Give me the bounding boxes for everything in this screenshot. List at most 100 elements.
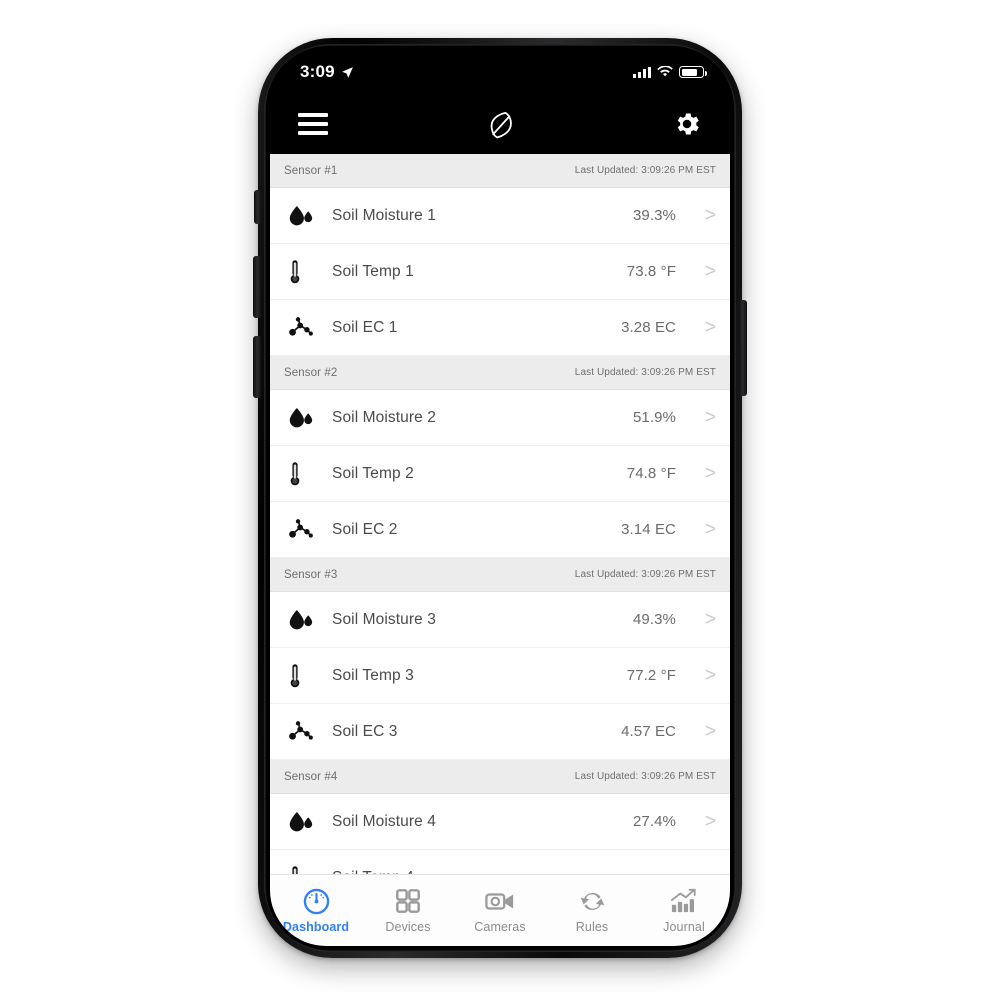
sensor-row-label: Soil Moisture 4 xyxy=(332,812,437,830)
volume-up-button[interactable] xyxy=(253,256,261,318)
sensor-last-updated: Last Updated: 3:09:26 PM EST xyxy=(574,165,716,176)
sensor-last-updated: Last Updated: 3:09:26 PM EST xyxy=(574,569,716,580)
sensor-row-icon xyxy=(288,608,322,632)
tab-label: Devices xyxy=(385,920,431,934)
sensor-section-header: Sensor #1 Last Updated: 3:09:26 PM EST xyxy=(270,154,730,188)
thermometer-icon xyxy=(290,461,300,485)
camera-icon xyxy=(485,892,514,910)
tab-devices[interactable]: Devices xyxy=(362,887,454,934)
sensor-row-label: Soil Moisture 1 xyxy=(332,206,437,224)
sensor-row-value: 73.8 °F xyxy=(626,263,676,280)
grid-icon xyxy=(396,889,420,913)
sensor-row[interactable]: Soil Temp 3 77.2 °F > xyxy=(270,648,730,704)
cellular-signal-icon xyxy=(633,66,651,78)
sensor-last-updated: Last Updated: 3:09:26 PM EST xyxy=(574,367,716,378)
sensor-row-value: 4.57 EC xyxy=(621,723,676,740)
tab-cameras[interactable]: Cameras xyxy=(454,887,546,934)
leaf-logo-icon xyxy=(490,111,512,139)
sensor-row-icon xyxy=(288,316,322,339)
thermometer-icon xyxy=(292,865,298,874)
sensor-row-icon xyxy=(288,259,322,285)
sensor-row[interactable]: Soil Moisture 4 27.4% > xyxy=(270,794,730,850)
sensor-row[interactable]: Soil Moisture 1 39.3% > xyxy=(270,188,730,244)
sensor-row-icon xyxy=(288,518,322,541)
sensor-row-label: Soil EC 3 xyxy=(332,722,398,740)
status-bar-right xyxy=(633,66,707,78)
status-time: 3:09 xyxy=(300,62,335,81)
sensor-row-label: Soil EC 2 xyxy=(332,520,398,538)
screenshot-canvas: 3:09 Sensor #1 Last Updated: 3:09:26 PM … xyxy=(0,0,1000,1000)
sensor-row-value: 77.2 °F xyxy=(626,667,676,684)
sensor-row[interactable]: Soil Temp 4 xyxy=(270,850,730,874)
chevron-right-icon[interactable]: > xyxy=(676,407,716,429)
sensor-row[interactable]: Soil EC 1 3.28 EC > xyxy=(270,300,730,356)
power-button[interactable] xyxy=(739,300,747,396)
tab-dashboard[interactable]: Dashboard xyxy=(270,887,362,934)
sensor-section-title: Sensor #1 xyxy=(284,164,338,177)
sensor-row[interactable]: Soil Temp 2 74.8 °F > xyxy=(270,446,730,502)
gauge-icon xyxy=(303,888,329,914)
mute-switch-button[interactable] xyxy=(254,190,261,224)
volume-down-button[interactable] xyxy=(253,336,261,398)
chevron-right-icon[interactable]: > xyxy=(676,665,716,687)
molecule-icon xyxy=(289,720,313,740)
sensor-section-title: Sensor #4 xyxy=(284,770,338,783)
sensor-row[interactable]: Soil EC 3 4.57 EC > xyxy=(270,704,730,760)
tab-label: Cameras xyxy=(474,920,526,934)
molecule-icon xyxy=(289,316,313,336)
thermometer-icon xyxy=(290,663,300,687)
tab-label: Dashboard xyxy=(282,920,350,934)
sensor-section-title: Sensor #2 xyxy=(284,366,338,379)
bottom-tab-bar[interactable]: Dashboard Devices Cameras Rules Journal xyxy=(270,874,730,946)
chevron-right-icon[interactable]: > xyxy=(676,811,716,833)
tab-icon-wrapper xyxy=(395,887,421,915)
sensor-row-label: Soil EC 1 xyxy=(332,318,398,336)
sensor-list[interactable]: Sensor #1 Last Updated: 3:09:26 PM EST Soi… xyxy=(270,154,730,874)
sensor-row-icon xyxy=(288,406,322,430)
tab-rules[interactable]: Rules xyxy=(546,887,638,934)
tab-label: Journal xyxy=(663,920,705,934)
sensor-section-header: Sensor #2 Last Updated: 3:09:26 PM EST xyxy=(270,356,730,390)
status-bar: 3:09 xyxy=(270,50,730,94)
tab-icon-wrapper xyxy=(303,887,330,915)
sensor-row-label: Soil Temp 2 xyxy=(332,464,414,482)
water-drop-icon xyxy=(289,205,313,225)
chevron-right-icon[interactable]: > xyxy=(676,463,716,485)
sensor-row[interactable]: Soil Temp 1 73.8 °F > xyxy=(270,244,730,300)
gear-icon[interactable] xyxy=(672,109,702,139)
sensor-section-header: Sensor #3 Last Updated: 3:09:26 PM EST xyxy=(270,558,730,592)
sensor-row-value: 39.3% xyxy=(632,207,676,224)
sensor-row-value: 3.14 EC xyxy=(621,521,676,538)
thermometer-icon xyxy=(290,259,300,283)
sensor-row-label: Soil Temp 3 xyxy=(332,666,414,684)
chevron-right-icon[interactable]: > xyxy=(676,205,716,227)
sensor-row[interactable]: Soil EC 2 3.14 EC > xyxy=(270,502,730,558)
sensor-section-header: Sensor #4 Last Updated: 3:09:26 PM EST xyxy=(270,760,730,794)
sensor-row[interactable]: Soil Moisture 2 51.9% > xyxy=(270,390,730,446)
sensor-row-value: 51.9% xyxy=(632,409,676,426)
sensor-row-label: Soil Temp 1 xyxy=(332,262,414,280)
chart-icon xyxy=(671,888,696,913)
water-drop-icon xyxy=(289,407,313,427)
sensor-row-value: 49.3% xyxy=(632,611,676,628)
tab-label: Rules xyxy=(575,920,609,934)
sensor-row-value: 27.4% xyxy=(632,813,676,830)
sensor-row-label: Soil Temp 4 xyxy=(322,869,586,875)
chevron-right-icon[interactable]: > xyxy=(676,261,716,283)
chevron-right-icon[interactable]: > xyxy=(676,519,716,541)
app-header xyxy=(270,94,730,154)
hamburger-menu-icon[interactable] xyxy=(298,113,328,135)
molecule-icon xyxy=(289,518,313,538)
sensor-section-title: Sensor #3 xyxy=(284,568,338,581)
phone-screen: 3:09 Sensor #1 Last Updated: 3:09:26 PM … xyxy=(270,50,730,946)
status-bar-left: 3:09 xyxy=(300,62,354,82)
chevron-right-icon[interactable]: > xyxy=(676,609,716,631)
sensor-row[interactable]: Soil Moisture 3 49.3% > xyxy=(270,592,730,648)
sensor-row-label: Soil Moisture 3 xyxy=(332,610,437,628)
chevron-right-icon[interactable]: > xyxy=(676,721,716,743)
sensor-row-icon xyxy=(288,663,322,689)
battery-icon xyxy=(679,66,707,78)
refresh-icon xyxy=(580,892,604,910)
sensor-row-icon xyxy=(288,810,322,834)
chevron-right-icon[interactable]: > xyxy=(676,317,716,339)
